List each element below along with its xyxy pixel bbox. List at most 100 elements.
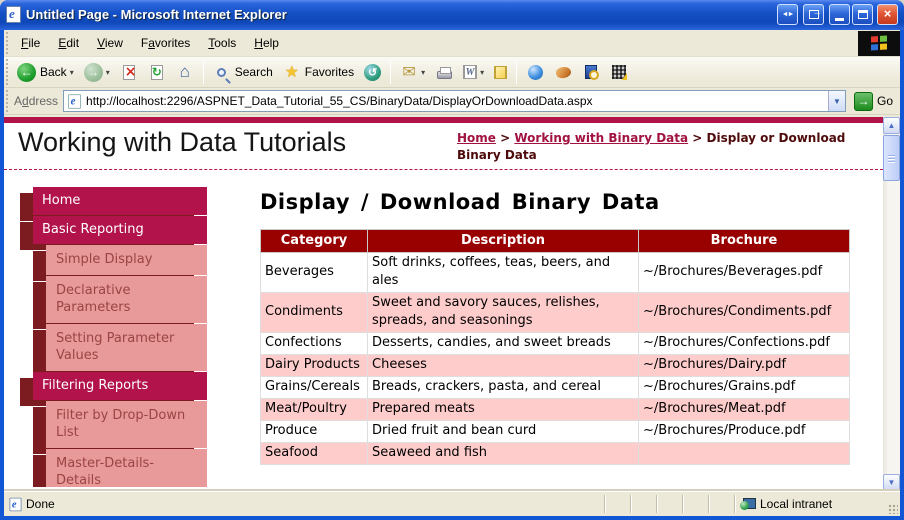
toolbar-forward-button[interactable]: →▾ xyxy=(80,61,114,84)
pop-out-button[interactable] xyxy=(803,4,824,25)
toolbar-stop-button[interactable] xyxy=(116,61,142,83)
status-message-pane: Done xyxy=(4,496,604,513)
chevron-down-icon: ▾ xyxy=(106,68,110,77)
navigation-arrows-button[interactable]: ◄► xyxy=(777,4,798,25)
category-cell: Condiments xyxy=(261,293,368,333)
vertical-scrollbar[interactable]: ▲ ▼ xyxy=(883,117,900,491)
breadcrumb-working-with-binary-data[interactable]: Working with Binary Data xyxy=(514,131,688,145)
toolbar-search-button[interactable]: Search xyxy=(209,61,277,83)
back-icon: ← xyxy=(17,63,36,82)
toolbar-note-button[interactable] xyxy=(490,64,511,81)
sidebar-item-filtering-reports[interactable]: Filtering Reports xyxy=(33,372,207,400)
brochure-cell: ~/Brochures/Condiments.pdf xyxy=(639,293,850,333)
menubar-grip[interactable] xyxy=(5,32,9,54)
chevron-down-icon: ▾ xyxy=(70,68,74,77)
status-pane xyxy=(682,495,708,513)
ie-page-icon xyxy=(6,6,21,23)
menu-file[interactable]: File xyxy=(12,33,49,53)
print-icon xyxy=(435,63,453,81)
sidebar-item-master-details-details[interactable]: Master-Details-Details xyxy=(46,449,207,487)
sidebar-item-basic-reporting[interactable]: Basic Reporting xyxy=(33,216,207,244)
table-row: BeveragesSoft drinks, coffees, teas, bee… xyxy=(261,253,850,293)
sidebar-item-simple-display[interactable]: Simple Display xyxy=(46,245,207,275)
history-icon: ↺ xyxy=(364,64,381,81)
description-cell: Seaweed and fish xyxy=(368,443,639,465)
scroll-up-button[interactable]: ▲ xyxy=(883,117,900,134)
breadcrumb-separator: > xyxy=(496,131,514,145)
ie-page-icon xyxy=(10,497,22,511)
toolbar-pixel-grid-button[interactable] xyxy=(606,61,632,83)
chevron-down-icon: ▾ xyxy=(480,68,484,77)
table-row: SeafoodSeaweed and fish xyxy=(261,443,850,465)
go-button[interactable]: → Go xyxy=(851,91,896,112)
addressbar-grip[interactable] xyxy=(5,90,9,112)
sidebar-item-setting-parameter-values[interactable]: Setting Parameter Values xyxy=(46,324,207,371)
toolbar-print-button[interactable] xyxy=(431,61,457,83)
research-paw-icon xyxy=(554,63,572,81)
maximize-button[interactable] xyxy=(852,4,873,25)
category-cell: Confections xyxy=(261,333,368,355)
address-input[interactable] xyxy=(84,94,828,108)
toolbar-messenger-button[interactable] xyxy=(522,61,548,83)
minimize-button[interactable] xyxy=(829,4,850,25)
toolbar-separator xyxy=(390,60,391,84)
menu-edit[interactable]: Edit xyxy=(49,33,88,53)
toolbar-word-button[interactable]: W▾ xyxy=(459,63,488,81)
toolbar-mail-button[interactable]: ▾ xyxy=(396,61,429,83)
menu-tools[interactable]: Tools xyxy=(199,33,245,53)
toolbar-grip[interactable] xyxy=(5,59,9,85)
menu-view[interactable]: View xyxy=(88,33,132,53)
paw-icon xyxy=(555,65,572,79)
left-right-arrows-icon: ◄► xyxy=(782,11,794,18)
close-button[interactable]: × xyxy=(877,4,898,25)
maximize-icon xyxy=(858,10,868,19)
address-dropdown-button[interactable]: ▼ xyxy=(828,91,845,111)
breadcrumb-home[interactable]: Home xyxy=(457,131,496,145)
toolbar-label: Search xyxy=(235,65,273,79)
mail-icon xyxy=(400,63,418,81)
close-icon: × xyxy=(884,7,892,20)
description-cell: Cheeses xyxy=(368,355,639,377)
address-box: ▼ xyxy=(63,90,846,112)
minimize-icon xyxy=(835,18,844,21)
scrollbar-thumb[interactable] xyxy=(883,135,900,181)
category-cell: Meat/Poultry xyxy=(261,399,368,421)
toolbar-favorites-button[interactable]: Favorites xyxy=(279,61,358,83)
brochure-cell: ~/Brochures/Confections.pdf xyxy=(639,333,850,355)
toolbar-research-paw-button[interactable] xyxy=(550,61,576,83)
toolbar-home-button[interactable] xyxy=(172,61,198,83)
page-header: Working with Data Tutorials Home > Worki… xyxy=(4,123,883,170)
sidebar-item-home[interactable]: Home xyxy=(33,187,207,215)
window-arrow-icon xyxy=(809,10,819,19)
window-title: Untitled Page - Microsoft Internet Explo… xyxy=(26,7,775,22)
description-cell: Sweet and savory sauces, relishes, sprea… xyxy=(368,293,639,333)
toolbar-history-button[interactable]: ↺ xyxy=(360,62,385,83)
scroll-down-button[interactable]: ▼ xyxy=(883,474,900,491)
menu-help[interactable]: Help xyxy=(245,33,288,53)
table-row: ProduceDried fruit and bean curd~/Brochu… xyxy=(261,421,850,443)
title-bar[interactable]: Untitled Page - Microsoft Internet Explo… xyxy=(0,0,904,30)
local-intranet-icon xyxy=(741,498,755,510)
menu-items: FileEditViewFavoritesToolsHelp xyxy=(12,33,288,53)
grid-icon xyxy=(612,65,626,79)
toolbar-research-book-button[interactable] xyxy=(578,61,604,83)
browser-viewport: Working with Data Tutorials Home > Worki… xyxy=(4,115,900,491)
categories-table: CategoryDescriptionBrochure BeveragesSof… xyxy=(260,229,850,465)
chevron-down-icon: ▾ xyxy=(421,68,425,77)
toolbar-refresh-button[interactable] xyxy=(144,61,170,83)
status-pane xyxy=(604,495,630,513)
status-text: Done xyxy=(26,497,55,511)
column-header-description: Description xyxy=(368,230,639,253)
sidebar-item-declarative-parameters[interactable]: Declarative Parameters xyxy=(46,276,207,323)
breadcrumb: Home > Working with Binary Data > Displa… xyxy=(457,130,849,164)
description-cell: Desserts, candies, and sweet breads xyxy=(368,333,639,355)
resize-grip[interactable] xyxy=(886,496,900,516)
menu-favorites[interactable]: Favorites xyxy=(132,33,199,53)
go-arrow-icon: → xyxy=(854,92,873,111)
sidebar-item-filter-by-drop-down-list[interactable]: Filter by Drop-Down List xyxy=(46,401,207,448)
toolbar-back-button[interactable]: ←Back▾ xyxy=(13,61,78,84)
category-cell: Seafood xyxy=(261,443,368,465)
magnifier-icon xyxy=(217,68,226,77)
status-pane xyxy=(708,495,734,513)
note-icon xyxy=(495,66,506,79)
